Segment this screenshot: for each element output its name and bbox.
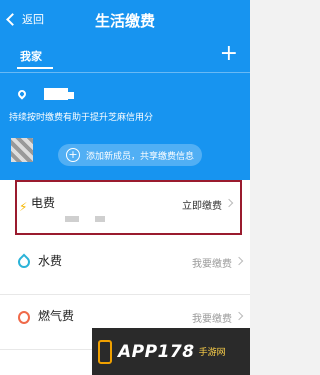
bill-label: 燃气费 [38,309,75,323]
divider [0,72,250,73]
bill-item-electricity[interactable]: ⚡ 电费 立即缴费 [15,180,242,235]
bill-label: 电费 [31,196,56,210]
add-member-label: 添加新成员，共享缴费信息 [86,151,195,162]
phone-icon [98,339,112,364]
watermark-subtext: 手游网 [198,348,226,358]
watermark-text: APP178 [118,341,195,362]
plus-circle-icon: + [66,148,80,162]
add-icon[interactable]: + [220,43,238,65]
chevron-right-icon [234,311,244,321]
pay-button[interactable]: 我要缴费 [192,310,232,325]
credit-info-text: 持续按时缴费有助于提升芝麻信用分 [9,113,154,123]
chevron-right-icon [234,256,244,266]
redacted-account [65,216,79,222]
chevron-right-icon [224,198,234,208]
navigation-bar: 返回 生活缴费 [0,0,250,40]
redacted-account-2 [95,216,105,222]
bill-label: 水费 [38,254,63,268]
add-member-button[interactable]: + 添加新成员，共享缴费信息 [58,144,203,166]
pay-now-button[interactable]: 立即缴费 [182,197,222,212]
flame-icon [18,311,30,324]
home-header-panel: 我家 + 持续按时缴费有助于提升芝麻信用分 + 添加新成员，共享缴费信息 [0,40,250,180]
location-pin-icon [16,88,28,100]
watermark-logo: APP178 手游网 [92,328,250,375]
tab-my-home[interactable]: 我家 [20,48,42,64]
pay-button[interactable]: 我要缴费 [192,255,232,270]
lightning-icon: ⚡ [19,200,28,214]
redacted-address-2 [60,92,74,99]
water-drop-icon [15,253,33,271]
bill-item-water[interactable]: 水费 我要缴费 [0,240,250,295]
avatar[interactable] [11,138,33,162]
page-title: 生活缴费 [94,12,155,30]
tab-indicator [17,67,53,69]
